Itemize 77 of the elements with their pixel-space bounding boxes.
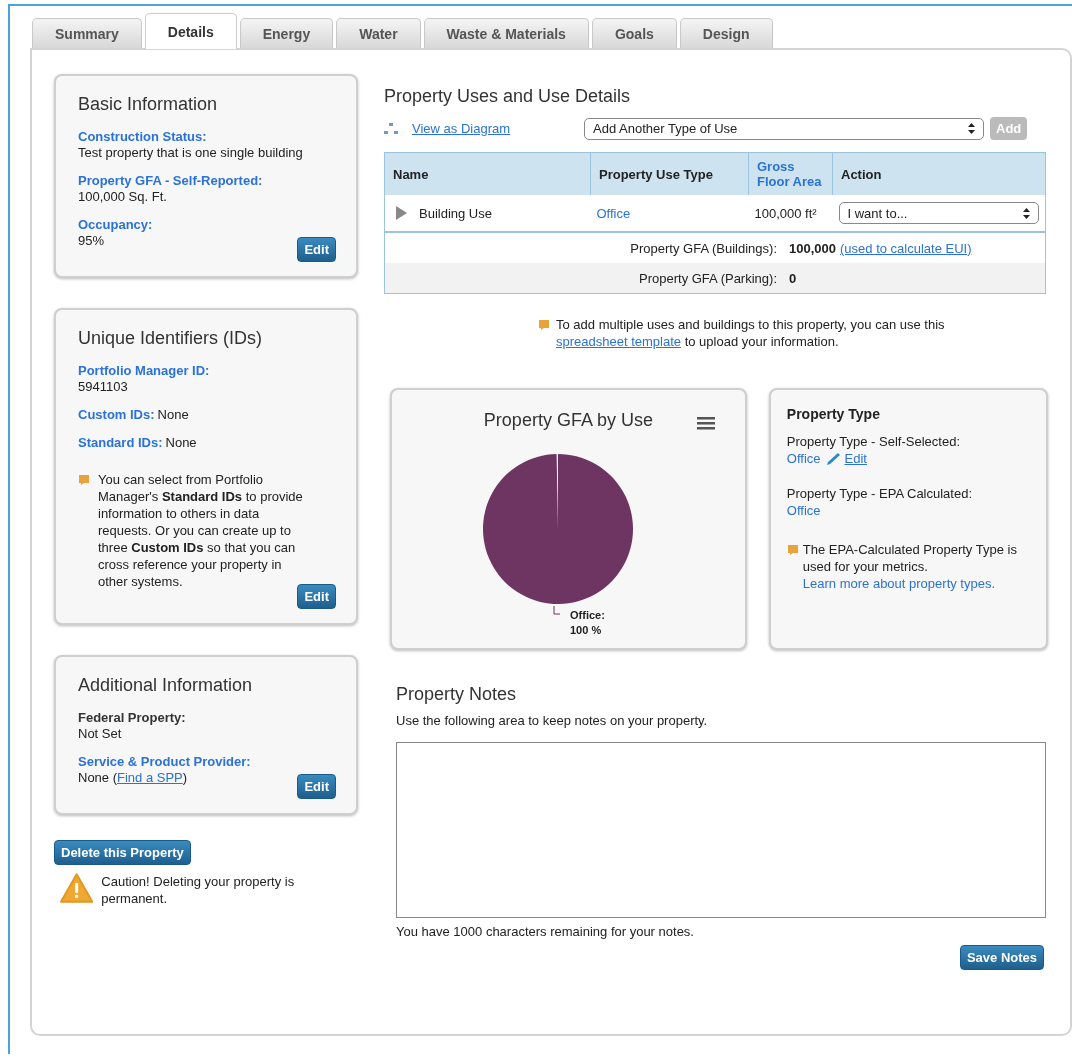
column-header: Name <box>384 152 591 195</box>
field-value: 100,000 Sq. Ft. <box>78 189 168 205</box>
field-value: Office <box>786 450 821 467</box>
learn-more-link[interactable]: Learn more about property types. <box>802 576 996 591</box>
edit-button[interactable]: Edit <box>297 584 336 609</box>
field-label[interactable]: Custom IDs: <box>78 407 155 422</box>
tab[interactable]: Energy <box>239 18 334 48</box>
total-value: 0 <box>789 270 797 286</box>
total-label: Property GFA (Buildings): <box>630 240 777 256</box>
field-value: Not Set <box>78 726 123 742</box>
up-down-arrows-icon <box>1023 207 1030 219</box>
field-value: 5941103 <box>78 379 129 395</box>
field-value: 95% <box>78 233 106 249</box>
field-label[interactable]: Portfolio Manager ID: <box>78 363 314 379</box>
spreadsheet-template-link[interactable]: spreadsheet template <box>556 334 682 349</box>
find-spp-link[interactable]: Find a SPP <box>117 770 183 785</box>
field-label[interactable]: Service & Product Provider: <box>78 754 314 770</box>
field-value: None <box>165 435 197 450</box>
tip-icon <box>78 474 90 486</box>
card-title: Property Type <box>786 406 881 423</box>
field-value: Test property that is one single building <box>78 145 304 161</box>
eui-link[interactable]: (used to calculate EUI) <box>840 240 972 256</box>
tip-icon <box>538 319 550 331</box>
total-label: Property GFA (Parking): <box>639 270 777 286</box>
menu-icon[interactable] <box>696 416 715 430</box>
tip-text: To add multiple uses and buildings to this property, you can use this spreadsheet template to upload your information. <box>556 316 946 350</box>
edit-button[interactable]: Edit <box>297 237 336 262</box>
action-select[interactable]: I want to... <box>838 202 1039 224</box>
leader-line <box>553 605 561 615</box>
save-notes-button[interactable]: Save Notes <box>959 945 1044 970</box>
total-value: 100,000 <box>789 240 836 256</box>
up-down-arrows-icon <box>968 123 976 134</box>
column-header: Action <box>832 152 1046 195</box>
notes-field[interactable] <box>396 742 1046 918</box>
tip-icon <box>786 544 799 556</box>
expand-icon[interactable] <box>395 206 407 220</box>
card-title: Unique Identifiers (IDs) <box>78 328 264 349</box>
view-as-diagram-link[interactable]: View as Diagram <box>412 121 511 136</box>
column-header: Property Use Type <box>590 152 749 195</box>
field-label[interactable]: Construction Status: <box>78 129 314 145</box>
diagram-icon <box>384 122 398 135</box>
chart-title: Property GFA by Use <box>483 410 653 430</box>
tab[interactable]: Details <box>144 13 237 49</box>
delete-property-button[interactable]: Delete this Property <box>54 840 191 865</box>
table-cell: Building Use <box>419 205 492 221</box>
tab[interactable]: Summary <box>32 18 142 48</box>
data-label: 100 % <box>570 624 602 636</box>
characters-remaining: You have 1000 characters remaining for your notes. <box>396 924 695 939</box>
field-label: Federal Property: <box>78 710 187 726</box>
section-title: Property Uses and Use Details <box>384 86 632 107</box>
card-title: Basic Information <box>78 94 219 115</box>
field-label[interactable]: Standard IDs: <box>78 435 163 450</box>
column-header[interactable]: Gross Floor Area <box>748 152 833 195</box>
field-value: None <box>157 407 189 422</box>
tab[interactable]: Waste & Materials <box>423 18 589 48</box>
card-title: Additional Information <box>78 675 254 696</box>
caution-text: Caution! Deleting your property is permanent. <box>101 873 296 907</box>
warning-icon <box>60 873 94 903</box>
edit-link[interactable]: Edit <box>844 450 867 467</box>
section-title: Property Notes <box>396 684 518 705</box>
field-label[interactable]: Occupancy: <box>78 217 314 233</box>
pencil-icon[interactable] <box>824 451 841 466</box>
field-value: None (Find a SPP) <box>78 770 189 786</box>
field-label: Property Type - Self-Selected: <box>786 433 961 450</box>
data-label: Office: <box>570 609 606 621</box>
tab[interactable]: Goals <box>591 18 677 48</box>
field-label[interactable]: Property GFA - Self-Reported: <box>78 173 314 189</box>
edit-button[interactable]: Edit <box>297 774 336 799</box>
tab[interactable]: Design <box>679 18 773 48</box>
notes-instruction: Use the following area to keep notes on your property. <box>396 713 709 728</box>
tab[interactable]: Water <box>336 18 421 48</box>
use-type-link[interactable]: Office <box>596 205 631 221</box>
field-label: Property Type - EPA Calculated: <box>786 485 974 502</box>
use-type-select[interactable]: Add Another Type of Use <box>584 117 985 140</box>
field-value: Office <box>786 502 822 519</box>
tip-text: The EPA-Calculated Property Type is used for your metrics. <box>802 541 1018 575</box>
table-cell: 100,000 ft² <box>754 205 817 221</box>
